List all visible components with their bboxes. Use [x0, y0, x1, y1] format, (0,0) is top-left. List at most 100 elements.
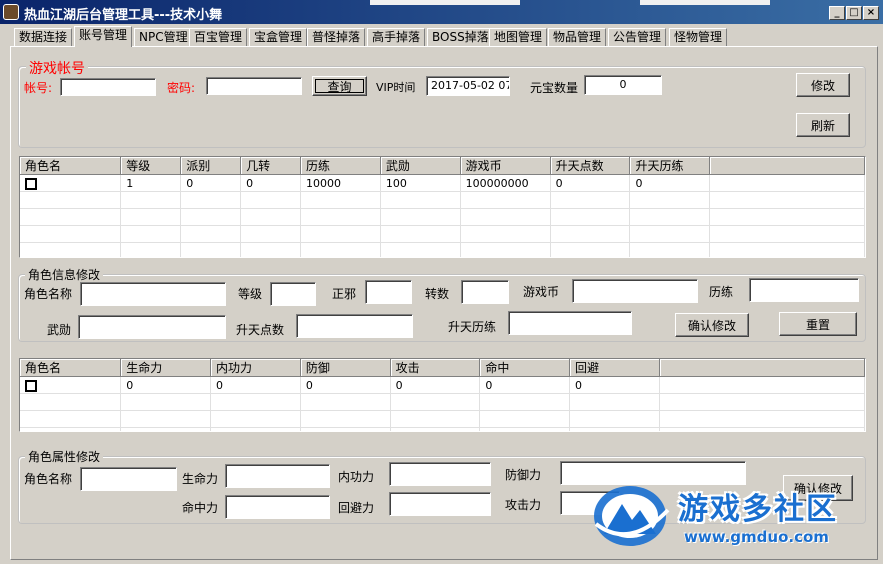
mp-label: 内功力 [338, 470, 375, 484]
table-cell[interactable] [20, 376, 122, 394]
column-header[interactable]: 角色名 [20, 157, 122, 175]
password-input[interactable] [206, 77, 302, 95]
column-header[interactable]: 历练 [300, 157, 381, 175]
reset-button[interactable]: 重置 [779, 312, 857, 336]
vip-time-input[interactable]: 2017-05-02 07 [426, 76, 510, 96]
ascend-exp-label: 升天历练 [448, 320, 497, 334]
char-info-confirm-button[interactable]: 确认修改 [675, 313, 749, 337]
watermark: 游戏多社区 www.gmduo.com [590, 480, 880, 560]
tab-monster[interactable]: 怪物管理 [669, 28, 728, 46]
table-cell[interactable]: 0 [629, 174, 711, 192]
evade-input[interactable] [389, 492, 491, 516]
column-header[interactable]: 内功力 [210, 359, 301, 377]
password-label: 密码: [167, 81, 196, 95]
table-row[interactable] [20, 208, 865, 226]
evade-label: 回避力 [338, 501, 375, 515]
hp-input[interactable] [225, 464, 330, 488]
char-name-input[interactable] [80, 282, 226, 306]
def-label: 防御力 [505, 468, 542, 482]
column-header[interactable]: 回避 [569, 359, 660, 377]
tab-normal-drop[interactable]: 普怪掉落 [307, 28, 366, 46]
tab-notice[interactable]: 公告管理 [608, 28, 667, 46]
attr-name-input[interactable] [80, 467, 177, 491]
tab-treasure[interactable]: 百宝管理 [189, 28, 248, 46]
minimize-button[interactable]: _ [829, 6, 845, 20]
table-cell[interactable]: 100000000 [460, 174, 551, 192]
tab-account[interactable]: 账号管理 [74, 26, 133, 47]
table-row[interactable] [20, 393, 865, 411]
merit-label: 武勋 [47, 323, 72, 337]
column-header[interactable]: 游戏币 [460, 157, 551, 175]
tab-item[interactable]: 物品管理 [548, 28, 607, 46]
column-header[interactable]: 几转 [240, 157, 301, 175]
close-button[interactable]: × [863, 6, 879, 20]
column-header[interactable]: 攻击 [390, 359, 481, 377]
title-bar[interactable]: 热血江湖后台管理工具---技术小舞 _ □ × [0, 0, 883, 24]
column-header[interactable]: 等级 [120, 157, 182, 175]
tab-boss-drop[interactable]: BOSS掉落 [427, 28, 494, 46]
table-cell[interactable] [20, 174, 122, 192]
ascend-points-input[interactable] [296, 314, 413, 338]
attribute-grid[interactable]: 角色名 生命力 内功力 防御 攻击 命中 回避 0 0 0 0 0 0 [19, 358, 866, 432]
table-cell[interactable]: 0 [550, 174, 631, 192]
rebirth-input[interactable] [461, 280, 509, 304]
atk-label: 攻击力 [505, 498, 542, 512]
table-cell[interactable]: 0 [390, 376, 481, 394]
gold-input[interactable] [572, 279, 698, 303]
column-header[interactable]: 升天点数 [550, 157, 631, 175]
tab-box[interactable]: 宝盒管理 [249, 28, 308, 46]
table-row[interactable] [20, 242, 865, 257]
account-label: 帐号: [24, 81, 53, 95]
table-cell[interactable]: 0 [240, 174, 301, 192]
yuanbao-label: 元宝数量 [530, 81, 579, 95]
table-cell[interactable]: 0 [210, 376, 301, 394]
table-cell[interactable]: 1 [120, 174, 182, 192]
table-row[interactable] [20, 427, 865, 431]
refresh-button[interactable]: 刷新 [796, 113, 850, 137]
character-grid[interactable]: 角色名 等级 派别 几转 历练 武勋 游戏币 升天点数 升天历练 1 0 0 1… [19, 156, 866, 258]
merit-input[interactable] [78, 315, 226, 339]
table-cell[interactable]: 0 [569, 376, 660, 394]
column-header[interactable]: 升天历练 [629, 157, 711, 175]
column-header[interactable]: 派别 [180, 157, 242, 175]
modify-button[interactable]: 修改 [796, 73, 850, 97]
table-row[interactable] [20, 410, 865, 428]
maximize-button[interactable]: □ [846, 6, 862, 20]
table-cell[interactable]: 0 [300, 376, 391, 394]
hit-label: 命中力 [182, 501, 219, 515]
account-input[interactable] [60, 78, 156, 96]
column-header-filler [709, 157, 865, 175]
table-cell[interactable]: 0 [479, 376, 571, 394]
table-row[interactable]: 1 0 0 10000 100 100000000 0 0 [20, 174, 865, 192]
column-header[interactable]: 命中 [479, 359, 571, 377]
ascend-exp-input[interactable] [508, 311, 632, 335]
table-cell[interactable]: 0 [180, 174, 242, 192]
exp-input[interactable] [749, 278, 859, 302]
column-header[interactable]: 防御 [300, 359, 391, 377]
tab-npc[interactable]: NPC管理 [134, 28, 193, 46]
tab-map[interactable]: 地图管理 [489, 28, 548, 46]
table-cell[interactable]: 10000 [300, 174, 381, 192]
column-header[interactable]: 生命力 [120, 359, 212, 377]
row-checkbox[interactable] [25, 379, 37, 392]
table-cell[interactable]: 100 [380, 174, 461, 192]
table-row[interactable] [20, 191, 865, 209]
table-row[interactable] [20, 225, 865, 243]
column-header[interactable]: 武勋 [380, 157, 461, 175]
hp-label: 生命力 [182, 472, 219, 486]
row-checkbox[interactable] [25, 177, 37, 190]
gold-label: 游戏币 [523, 285, 560, 299]
query-button[interactable]: 查询 [312, 76, 367, 96]
table-row[interactable]: 0 0 0 0 0 0 [20, 376, 865, 394]
char-name-label: 角色名称 [24, 287, 73, 301]
hit-input[interactable] [225, 495, 330, 519]
ascend-points-label: 升天点数 [236, 323, 285, 337]
tab-elite-drop[interactable]: 高手掉落 [367, 28, 426, 46]
alignment-input[interactable] [365, 280, 412, 304]
tab-database[interactable]: 数据连接 [14, 28, 73, 46]
yuanbao-input[interactable]: 0 [584, 75, 662, 95]
table-cell[interactable]: 0 [120, 376, 212, 394]
mp-input[interactable] [389, 462, 491, 486]
level-input[interactable] [270, 282, 316, 306]
column-header[interactable]: 角色名 [20, 359, 122, 377]
